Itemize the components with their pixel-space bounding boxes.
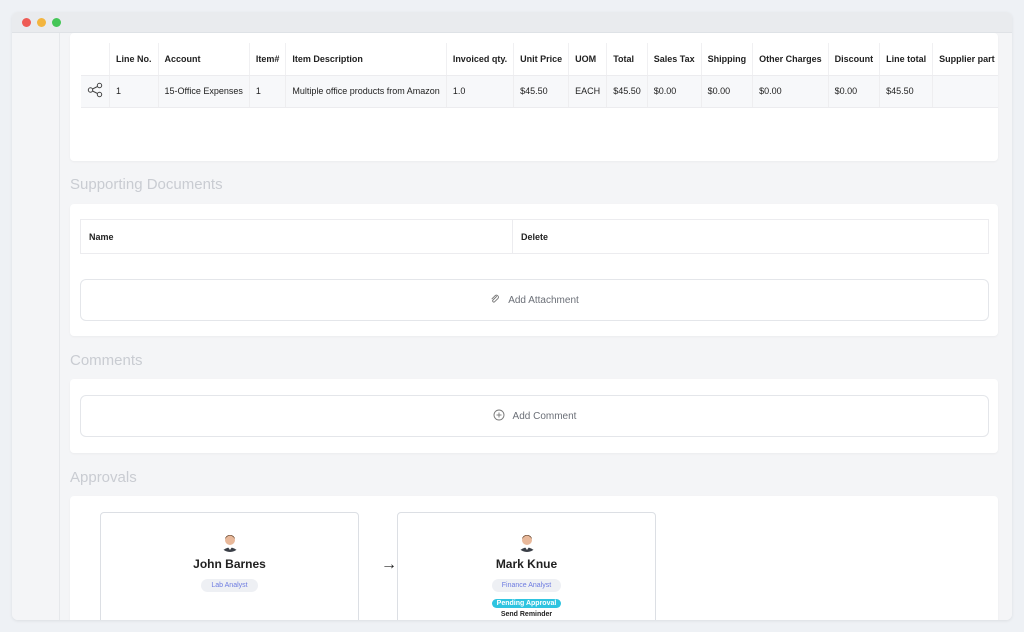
- line-items-header-row: Line No. Account Item# Item Description …: [81, 43, 998, 76]
- avatar: [218, 530, 241, 552]
- cell-account: 15-Office Expenses: [158, 75, 250, 108]
- approver-name: Mark Knue: [495, 557, 558, 571]
- add-comment-label: Add Comment: [512, 410, 577, 422]
- window-titlebar: [12, 12, 1012, 33]
- column-header-name: Name: [80, 219, 513, 254]
- cell-supplier-part: [932, 75, 998, 108]
- add-attachment-label: Add Attachment: [508, 294, 579, 306]
- cell-invoiced-qty: 1.0: [446, 75, 515, 108]
- line-items-table: Line No. Account Item# Item Description …: [81, 43, 998, 108]
- approvals-card: John Barnes Lab Analyst → Mark Knue Fina…: [70, 496, 998, 620]
- documents-table: Name Delete: [80, 219, 989, 254]
- approver-card: Mark Knue Finance Analyst Pending Approv…: [397, 512, 656, 620]
- maximize-window-dot[interactable]: [52, 17, 61, 27]
- close-window-dot[interactable]: [22, 17, 31, 27]
- main-content: Line No. Account Item# Item Description …: [60, 33, 1012, 620]
- share-icon[interactable]: [87, 82, 103, 100]
- column-header-discount: Discount: [828, 43, 881, 76]
- cell-total: $45.50: [606, 75, 648, 108]
- minimize-window-dot[interactable]: [37, 17, 46, 27]
- status-badge: Pending Approval: [491, 599, 562, 608]
- send-reminder-link[interactable]: Send Reminder: [398, 611, 655, 618]
- approvals-title: Approvals: [70, 469, 137, 486]
- approver-card: John Barnes Lab Analyst: [100, 512, 359, 620]
- cell-line-no: 1: [109, 75, 159, 108]
- column-header-sales-tax: Sales Tax: [647, 43, 702, 76]
- cell-sales-tax: $0.00: [647, 75, 702, 108]
- add-comment-button[interactable]: Add Comment: [80, 395, 989, 437]
- supporting-documents-title: Supporting Documents: [70, 176, 223, 193]
- column-header-item-number: Item#: [249, 43, 287, 76]
- row-actions-cell: [81, 75, 110, 108]
- column-header-line-no: Line No.: [109, 43, 159, 76]
- documents-header-row: Name Delete: [80, 219, 989, 254]
- column-header-account: Account: [158, 43, 250, 76]
- avatar: [515, 530, 538, 552]
- supporting-documents-card: Name Delete Add Attachment: [70, 204, 998, 336]
- column-header-total: Total: [606, 43, 648, 76]
- column-header-actions: [81, 43, 110, 76]
- column-header-delete: Delete: [512, 219, 989, 254]
- column-header-supplier-part: Supplier part: [932, 43, 998, 76]
- cell-item-description: Multiple office products from Amazon: [285, 75, 447, 108]
- cell-other-charges: $0.00: [752, 75, 829, 108]
- sidebar: [12, 33, 60, 620]
- arrow-right-icon: →: [381, 556, 397, 573]
- cell-uom: EACH: [568, 75, 608, 108]
- cell-discount: $0.00: [828, 75, 881, 108]
- paperclip-icon: [490, 294, 500, 307]
- approver-name: John Barnes: [193, 557, 266, 571]
- cell-shipping: $0.00: [701, 75, 754, 108]
- column-header-item-description: Item Description: [285, 43, 447, 76]
- cell-unit-price: $45.50: [513, 75, 570, 108]
- comments-title: Comments: [70, 352, 143, 369]
- role-badge: Lab Analyst: [201, 579, 258, 592]
- browser-window: Line No. Account Item# Item Description …: [12, 12, 1012, 620]
- column-header-shipping: Shipping: [701, 43, 754, 76]
- column-header-line-total: Line total: [879, 43, 934, 76]
- table-row: 1 15-Office Expenses 1 Multiple office p…: [81, 75, 998, 108]
- plus-circle-icon: [493, 409, 505, 424]
- role-badge: Finance Analyst: [491, 579, 562, 592]
- comments-card: Add Comment: [70, 379, 998, 453]
- line-items-card: Line No. Account Item# Item Description …: [70, 33, 998, 161]
- column-header-invoiced-qty: Invoiced qty.: [446, 43, 515, 76]
- column-header-uom: UOM: [568, 43, 608, 76]
- cell-line-total: $45.50: [879, 75, 934, 108]
- column-header-other-charges: Other Charges: [752, 43, 829, 76]
- cell-item-number: 1: [249, 75, 287, 108]
- column-header-unit-price: Unit Price: [513, 43, 570, 76]
- add-attachment-button[interactable]: Add Attachment: [80, 279, 989, 321]
